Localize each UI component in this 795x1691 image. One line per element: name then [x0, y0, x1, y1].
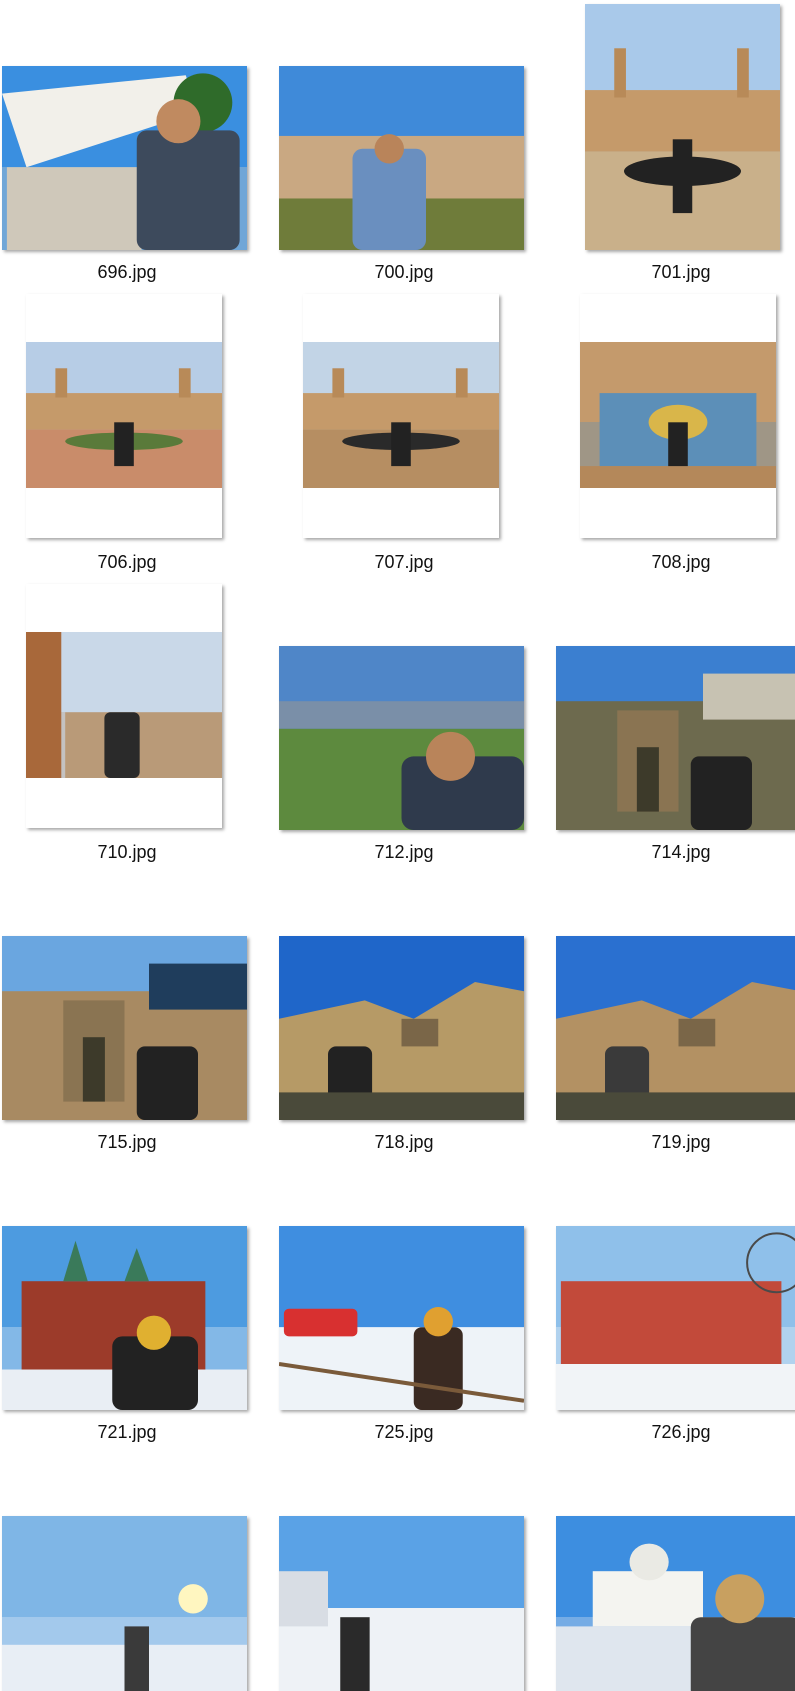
file-name-label: 696.jpg — [97, 262, 157, 282]
image-thumbnail[interactable] — [556, 936, 795, 1120]
file-name-label: 706.jpg — [97, 552, 157, 572]
file-name-label: 718.jpg — [374, 1132, 434, 1152]
image-thumbnail[interactable] — [556, 1516, 795, 1691]
thumbnail-area — [2, 1164, 252, 1414]
file-name-label: 700.jpg — [374, 262, 434, 282]
image-thumbnail[interactable] — [279, 936, 524, 1120]
file-item[interactable]: 726.jpg — [556, 1164, 795, 1444]
file-item[interactable]: 715.jpg — [2, 874, 252, 1154]
photo-content — [303, 342, 499, 488]
thumbnail-area — [279, 1164, 529, 1414]
image-thumbnail[interactable] — [279, 646, 524, 830]
file-item[interactable]: 710.jpg — [2, 584, 252, 864]
file-item[interactable]: 721.jpg — [2, 1164, 252, 1444]
file-item[interactable]: 708.jpg — [556, 294, 795, 574]
file-name-label: 726.jpg — [651, 1422, 711, 1442]
thumbnail-area — [556, 874, 795, 1124]
image-thumbnail[interactable] — [303, 294, 499, 538]
file-item[interactable]: 714.jpg — [556, 584, 795, 864]
thumbnail-area — [279, 584, 529, 834]
thumbnail-area — [2, 1454, 252, 1691]
file-item[interactable]: 719.jpg — [556, 874, 795, 1154]
file-name-label: 721.jpg — [97, 1422, 157, 1442]
image-thumbnail[interactable] — [580, 294, 776, 538]
image-thumbnail[interactable] — [279, 1226, 524, 1410]
file-item[interactable]: 700.jpg — [279, 4, 529, 284]
file-name-label: 725.jpg — [374, 1422, 434, 1442]
file-name-label: 712.jpg — [374, 842, 434, 862]
thumbnail-area — [2, 294, 252, 544]
thumbnail-area — [2, 874, 252, 1124]
photo-content — [26, 342, 222, 488]
file-name-label: 715.jpg — [97, 1132, 157, 1152]
file-item[interactable]: 696.jpg — [2, 4, 252, 284]
thumbnail-area — [556, 1454, 795, 1691]
file-item[interactable] — [556, 1454, 795, 1691]
image-thumbnail[interactable] — [585, 4, 780, 250]
thumbnail-area — [556, 1164, 795, 1414]
image-thumbnail[interactable] — [26, 294, 222, 538]
thumbnail-area — [556, 294, 795, 544]
file-item[interactable] — [2, 1454, 252, 1691]
thumbnail-area — [2, 584, 252, 834]
file-item[interactable]: 712.jpg — [279, 584, 529, 864]
image-thumbnail[interactable] — [2, 936, 247, 1120]
file-thumbnail-grid: 696.jpg 700.jpg 701.jpg 706.jpg 707.jpg … — [0, 0, 795, 1691]
file-name-label: 714.jpg — [651, 842, 711, 862]
image-thumbnail[interactable] — [2, 1226, 247, 1410]
file-item[interactable]: 701.jpg — [556, 4, 795, 284]
thumbnail-area — [279, 294, 529, 544]
file-item[interactable]: 718.jpg — [279, 874, 529, 1154]
image-thumbnail[interactable] — [556, 1226, 795, 1410]
file-item[interactable]: 707.jpg — [279, 294, 529, 574]
image-thumbnail[interactable] — [26, 584, 222, 828]
thumbnail-area — [279, 874, 529, 1124]
image-thumbnail[interactable] — [556, 646, 795, 830]
file-item[interactable]: 725.jpg — [279, 1164, 529, 1444]
image-thumbnail[interactable] — [279, 1516, 524, 1691]
image-thumbnail[interactable] — [279, 66, 524, 250]
file-name-label: 719.jpg — [651, 1132, 711, 1152]
photo-content — [26, 632, 222, 778]
thumbnail-area — [556, 4, 795, 254]
thumbnail-area — [279, 4, 529, 254]
file-name-label: 701.jpg — [651, 262, 711, 282]
file-name-label: 707.jpg — [374, 552, 434, 572]
file-name-label: 708.jpg — [651, 552, 711, 572]
file-name-label: 710.jpg — [97, 842, 157, 862]
file-item[interactable]: 706.jpg — [2, 294, 252, 574]
thumbnail-area — [2, 4, 252, 254]
image-thumbnail[interactable] — [2, 1516, 247, 1691]
thumbnail-area — [556, 584, 795, 834]
photo-content — [580, 342, 776, 488]
file-item[interactable] — [279, 1454, 529, 1691]
image-thumbnail[interactable] — [2, 66, 247, 250]
thumbnail-area — [279, 1454, 529, 1691]
